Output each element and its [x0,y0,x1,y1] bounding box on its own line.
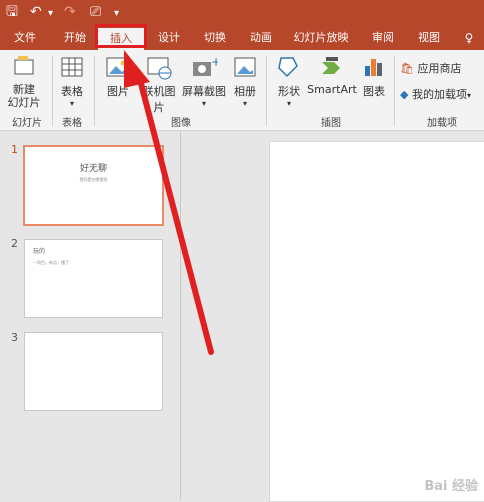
chart-icon [365,59,382,76]
tab-view[interactable]: 视图 [410,26,448,50]
tab-review[interactable]: 审阅 [364,26,402,50]
slide2-body: 一项目，有点，懂了 [33,260,69,265]
highlight-box [95,24,147,48]
screenshot-icon: + [193,55,221,76]
dropdown-arrow-icon: ▾ [69,99,74,108]
group-separator [266,56,267,126]
group-separator [52,56,53,126]
slide-thumbnail-2[interactable]: 玩的 一项目，有点，懂了 [24,239,163,318]
table-icon [61,57,83,77]
watermark: Bai 经验 [424,479,478,494]
table-button[interactable]: 表格 ▾ [56,54,88,108]
presentation-icon[interactable]: ⎚ [90,3,101,21]
dropdown-arrow-icon: ▾ [201,99,206,108]
tab-design[interactable]: 设计 [150,26,188,50]
group-label-tables: 表格 [62,118,82,129]
group-label-illustrations: 插图 [321,118,341,129]
my-addins-button[interactable]: ◆ 我的加载项▾ [400,86,484,102]
dropdown-arrow-icon: ▾ [242,99,247,108]
undo-dropdown-icon[interactable]: ▾ [48,5,53,23]
slide1-title: 好无聊 [79,164,107,174]
lightbulb-icon[interactable]: ♀ [456,26,482,50]
slide-canvas[interactable] [269,141,484,502]
ribbon-tab-bar: 文件 开始 插入 设计 切换 动画 幻灯片放映 审阅 视图 ♀ [0,24,484,50]
store-icon: 🛍 [400,62,414,75]
new-slide-button[interactable]: 新建 幻灯片 [4,54,44,109]
online-picture-icon [147,57,172,80]
svg-text:+: + [211,55,218,69]
tab-slideshow[interactable]: 幻灯片放映 [288,26,354,50]
smartart-button[interactable]: SmartArt [306,54,358,96]
customize-qat-icon[interactable]: ▾ [114,5,119,23]
group-separator [94,56,95,126]
slide-number: 2 [11,237,18,250]
shapes-button[interactable]: 形状 ▾ [272,54,306,108]
ribbon-insert: 新建 幻灯片 幻灯片 表格 ▾ 表格 图片 联机图片 + 屏幕截图 ▾ 相册 ▾… [0,50,484,131]
tab-animations[interactable]: 动画 [242,26,280,50]
tab-home[interactable]: 开始 [56,26,94,50]
picture-icon [106,57,130,77]
chart-button[interactable]: 图表 [358,54,390,99]
slide-thumbnail-3[interactable] [24,332,163,411]
online-picture-button[interactable]: 联机图片 [138,54,180,115]
smartart-icon [322,57,340,74]
slide2-title: 玩的 [33,248,46,255]
quick-access-toolbar: 🖫 ↶ ▾ ↷ ⎚ ▾ [0,0,484,26]
tab-transitions[interactable]: 切换 [196,26,234,50]
slide1-subtitle: 赞同是在哪里呢 [79,177,108,182]
shapes-icon [278,57,298,78]
addins-icon: ◆ [400,88,409,101]
picture-button[interactable]: 图片 [100,54,136,99]
store-button[interactable]: 🛍 应用商店 [400,60,484,76]
slide-number: 3 [11,331,18,344]
group-label-images: 图像 [171,118,191,129]
slide-thumbnail-pane: 1 好无聊 赞同是在哪里呢 2 玩的 一项目，有点，懂了 3 [0,131,181,500]
slide-thumbnail-1[interactable]: 好无聊 赞同是在哪里呢 [23,145,164,226]
save-icon[interactable]: 🖫 [6,3,18,21]
slide-editor-area [181,131,484,502]
group-label-addins: 加载项 [427,118,457,129]
slide-number: 1 [11,143,18,156]
album-icon [234,57,256,77]
new-slide-icon [14,56,34,75]
dropdown-arrow-icon: ▾ [466,91,471,100]
group-label-slides: 幻灯片 [12,118,42,129]
undo-icon[interactable]: ↶ [30,3,42,21]
redo-icon[interactable]: ↷ [64,3,76,21]
album-button[interactable]: 相册 ▾ [228,54,262,108]
group-separator [394,56,395,126]
dropdown-arrow-icon: ▾ [286,99,291,108]
tab-file[interactable]: 文件 [6,26,44,50]
screenshot-button[interactable]: + 屏幕截图 ▾ [180,54,228,108]
